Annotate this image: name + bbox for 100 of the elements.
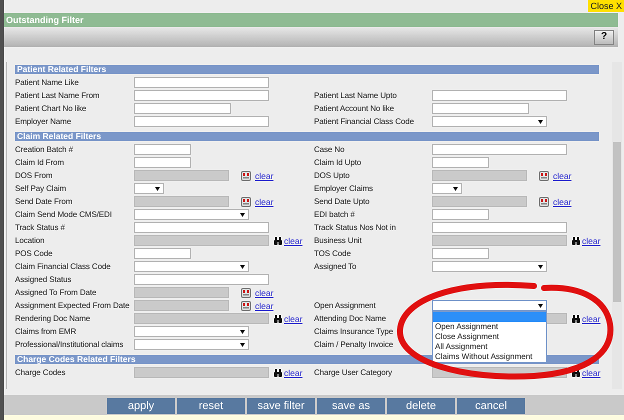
clear-link[interactable]: clear xyxy=(255,300,274,310)
text-field[interactable] xyxy=(134,116,269,127)
text-field[interactable] xyxy=(432,103,529,114)
binoculars-icon[interactable] xyxy=(273,368,283,378)
caret-icon xyxy=(538,264,543,268)
text-field[interactable] xyxy=(134,274,269,285)
action-button[interactable]: save filter xyxy=(247,398,315,414)
binoculars-icon[interactable] xyxy=(273,314,283,324)
text-field[interactable] xyxy=(432,90,567,101)
binoculars-icon[interactable] xyxy=(571,314,581,324)
calendar-icon[interactable] xyxy=(241,300,251,310)
text-field[interactable] xyxy=(432,235,567,246)
clear-link[interactable]: clear xyxy=(553,196,572,206)
field-label: Self Pay Claim xyxy=(15,184,66,192)
calendar-icon[interactable] xyxy=(241,196,251,206)
text-field[interactable] xyxy=(134,170,229,181)
dropdown-option[interactable]: Close Assignment xyxy=(433,332,546,342)
clear-link[interactable]: clear xyxy=(255,196,274,206)
field-label: POS Code xyxy=(15,248,52,258)
field-label: Case No xyxy=(314,144,344,154)
caret-icon xyxy=(240,342,245,346)
clear-link[interactable]: clear xyxy=(553,170,572,180)
field-label: Patient Last Name Upto xyxy=(314,90,397,100)
text-field[interactable] xyxy=(134,157,191,168)
calendar-icon[interactable] xyxy=(539,196,549,206)
calendar-icon[interactable] xyxy=(241,288,251,298)
field-label: Business Unit xyxy=(314,236,362,244)
text-field[interactable] xyxy=(432,157,489,168)
field-label: Location xyxy=(15,236,44,244)
clear-link[interactable]: clear xyxy=(284,368,302,378)
scrollbar[interactable] xyxy=(612,62,622,389)
dropdown-option[interactable]: Claims Without Assignment xyxy=(433,352,546,362)
binoculars-icon[interactable] xyxy=(273,236,283,246)
text-field[interactable] xyxy=(134,103,231,114)
clear-link[interactable]: clear xyxy=(582,314,600,324)
field-label: Patient Account No like xyxy=(314,104,394,112)
binoculars-icon[interactable] xyxy=(571,236,581,246)
field-label: Patient Last Name From xyxy=(15,90,100,100)
text-field[interactable] xyxy=(432,209,489,220)
field-label: Assigned To From Date xyxy=(15,288,96,296)
dropdown[interactable] xyxy=(432,183,462,194)
field-label: Send Date Upto xyxy=(314,196,370,206)
text-field[interactable] xyxy=(134,77,269,88)
action-button[interactable]: cancel xyxy=(457,398,525,414)
action-button[interactable]: delete xyxy=(387,398,455,414)
text-field[interactable] xyxy=(134,235,269,246)
dropdown-option[interactable]: All Assignment xyxy=(433,342,546,352)
text-field[interactable] xyxy=(134,313,269,324)
text-field[interactable] xyxy=(432,144,567,155)
field-label: Employer Name xyxy=(15,116,72,126)
action-button[interactable]: save as xyxy=(317,398,385,414)
caret-icon xyxy=(453,186,458,190)
help-button[interactable]: ? xyxy=(594,30,614,44)
calendar-icon[interactable] xyxy=(241,170,251,180)
clear-link[interactable]: clear xyxy=(582,368,600,378)
action-button[interactable]: apply xyxy=(107,398,175,414)
text-field[interactable] xyxy=(134,300,229,311)
calendar-icon[interactable] xyxy=(539,170,549,180)
dropdown[interactable] xyxy=(134,183,164,194)
close-button[interactable]: Close X xyxy=(588,0,624,12)
field-label: Track Status Nos Not in xyxy=(314,222,396,232)
field-label: Rendering Doc Name xyxy=(15,314,90,322)
field-label: Assigned Status xyxy=(15,274,72,284)
field-label: Claim Send Mode CMS/EDI xyxy=(15,210,112,218)
field-label: Assignment Expected From Date xyxy=(15,300,130,310)
clear-link[interactable]: clear xyxy=(582,236,600,246)
text-field[interactable] xyxy=(134,287,229,298)
text-field[interactable] xyxy=(134,222,269,233)
field-label: Track Status # xyxy=(15,222,65,232)
field-label: Send Date From xyxy=(15,196,72,206)
field-label: Charge User Category xyxy=(314,368,392,376)
dropdown-option[interactable]: Open Assignment xyxy=(433,322,546,332)
text-field[interactable] xyxy=(134,367,269,378)
text-field[interactable] xyxy=(432,170,527,181)
clear-link[interactable]: clear xyxy=(284,236,302,246)
text-field[interactable] xyxy=(134,248,191,259)
clear-link[interactable]: clear xyxy=(255,288,274,298)
caret-icon xyxy=(155,186,160,190)
field-label: Charge Codes xyxy=(15,368,66,376)
text-field[interactable] xyxy=(134,196,229,207)
field-label: Claims Insurance Type xyxy=(314,326,394,336)
caret-icon xyxy=(538,120,543,124)
field-label: Patient Name Like xyxy=(15,78,79,86)
clear-link[interactable]: clear xyxy=(284,314,302,324)
text-field[interactable] xyxy=(432,196,527,207)
field-label: Claim / Penalty Invoice xyxy=(314,340,394,348)
field-label: Employer Claims xyxy=(314,184,373,192)
field-label: Assigned To xyxy=(314,262,356,270)
field-label: DOS From xyxy=(15,170,52,180)
text-field[interactable] xyxy=(134,144,191,155)
action-button[interactable]: reset xyxy=(177,398,245,414)
field-label: DOS Upto xyxy=(314,170,350,180)
field-label: Claim Financial Class Code xyxy=(15,262,111,270)
caret-icon xyxy=(240,330,245,334)
text-field[interactable] xyxy=(134,90,269,101)
clear-link[interactable]: clear xyxy=(255,170,274,180)
text-field[interactable] xyxy=(432,222,567,233)
field-label: Patient Chart No like xyxy=(15,104,86,112)
field-label: Claims from EMR xyxy=(15,326,76,336)
text-field[interactable] xyxy=(432,248,489,259)
